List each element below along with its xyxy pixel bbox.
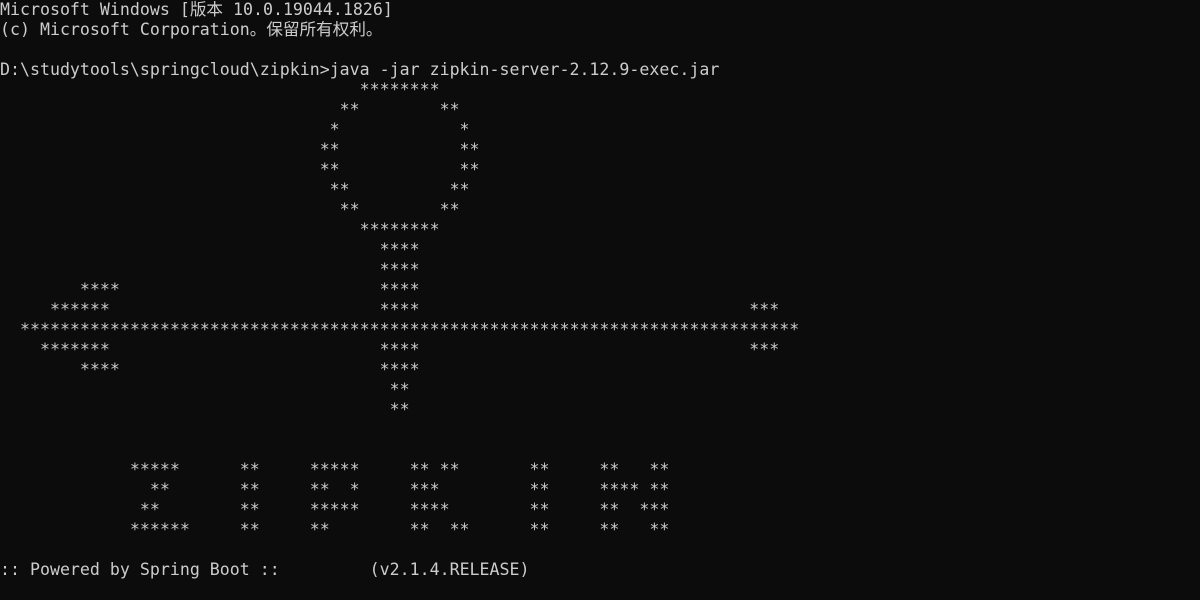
banner-line: ******* **** *** — [0, 340, 780, 359]
banner-line — [0, 440, 799, 460]
zipkin-ascii-banner: ******** ** ** * * ** ** ** ** ** ** ** … — [0, 80, 799, 540]
banner-line: **** **** — [0, 360, 420, 379]
banner-line: ** ** ***** **** ** ** *** — [0, 500, 670, 519]
banner-line: ** ** — [0, 180, 470, 199]
header-block: Microsoft Windows [版本 10.0.19044.1826] (c… — [0, 0, 393, 40]
spring-boot-version: (v2.1.4.RELEASE) — [369, 560, 530, 579]
banner-line: ******** — [0, 220, 440, 239]
banner-line: **** — [0, 260, 420, 279]
banner-line: ***** ** ***** ** ** ** ** ** — [0, 460, 670, 479]
prompt-line: D:\studytools\springcloud\zipkin>java -j… — [0, 60, 719, 80]
banner-line: ** ** — [0, 160, 480, 179]
banner-line: **** — [0, 240, 420, 259]
prompt-command: java -jar zipkin-server-2.12.9-exec.jar — [329, 60, 720, 79]
banner-line: ******** — [0, 80, 440, 99]
banner-line — [0, 420, 799, 440]
banner-line: ** ** ** * *** ** **** ** — [0, 480, 670, 499]
console-window[interactable]: Microsoft Windows [版本 10.0.19044.1826] (c… — [0, 0, 1200, 600]
prompt-path: D:\studytools\springcloud\zipkin> — [0, 60, 330, 79]
banner-line: ** ** — [0, 140, 480, 159]
banner-line: ** ** — [0, 200, 460, 219]
banner-line: * * — [0, 120, 470, 139]
powered-by-text: :: Powered by Spring Boot :: — [0, 560, 280, 579]
banner-line: ****** ** ** ** ** ** ** ** — [0, 520, 670, 539]
banner-line: ** — [0, 380, 410, 399]
banner-line: ** ** — [0, 100, 460, 119]
banner-line: **** **** — [0, 280, 420, 299]
banner-line: ****** **** *** — [0, 300, 780, 319]
copyright-line: (c) Microsoft Corporation。保留所有权利。 — [0, 20, 383, 39]
banner-line: ** — [0, 400, 410, 419]
windows-version-line: Microsoft Windows [版本 10.0.19044.1826] — [0, 0, 393, 19]
footer-gap — [280, 560, 370, 579]
spring-boot-footer: :: Powered by Spring Boot :: (v2.1.4.REL… — [0, 560, 530, 580]
banner-line: ****************************************… — [0, 320, 800, 339]
